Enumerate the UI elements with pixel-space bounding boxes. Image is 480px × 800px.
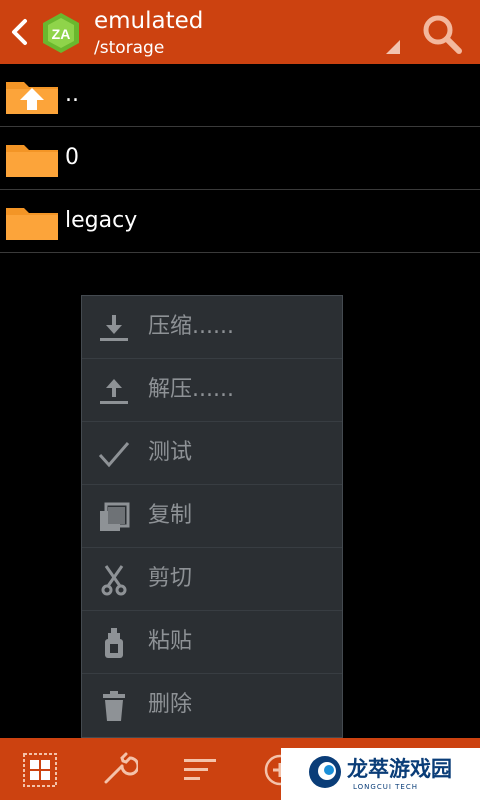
menu-item-delete[interactable]: 删除 [82, 674, 342, 737]
folder-path: /storage [94, 38, 165, 58]
watermark-logo-icon [309, 756, 341, 788]
path-dropdown-icon[interactable] [386, 40, 400, 54]
wrench-icon[interactable] [102, 752, 138, 788]
file-row-0[interactable]: 0 [0, 127, 480, 190]
file-row-parent[interactable]: .. [0, 64, 480, 127]
folder-icon [6, 145, 58, 177]
watermark: 龙萃游戏园 LONGCUI TECH [281, 748, 480, 800]
folder-title: emulated [94, 8, 204, 34]
watermark-text: 龙萃游戏园 [347, 757, 452, 781]
folder-up-icon [6, 82, 58, 114]
menu-item-cut[interactable]: 剪切 [82, 548, 342, 611]
file-row-legacy[interactable]: legacy [0, 190, 480, 253]
menu-item-label: 复制 [148, 503, 193, 528]
app-bar: ZA emulated /storage [0, 0, 480, 64]
copy-icon [100, 502, 130, 531]
svg-text:ZA: ZA [52, 26, 71, 42]
zarchiver-logo-icon: ZA [43, 13, 79, 53]
menu-item-label: 剪切 [148, 566, 193, 591]
watermark-subtext: LONGCUI TECH [353, 783, 418, 791]
check-icon [98, 442, 130, 468]
search-icon[interactable] [420, 12, 464, 56]
back-arrow-icon[interactable] [8, 18, 30, 46]
compress-icon [100, 315, 128, 341]
grid-icon[interactable] [22, 752, 58, 788]
menu-item-label: 删除 [148, 692, 193, 717]
menu-item-test[interactable]: 测试 [82, 422, 342, 485]
sort-icon[interactable] [182, 752, 218, 788]
trash-icon [103, 691, 125, 721]
extract-icon [100, 379, 128, 404]
menu-item-compress[interactable]: 压缩...... [82, 296, 342, 359]
menu-item-paste[interactable]: 粘贴 [82, 611, 342, 674]
paste-icon [105, 628, 123, 658]
menu-item-label: 粘贴 [148, 629, 193, 654]
file-name: .. [65, 82, 79, 107]
menu-item-copy[interactable]: 复制 [82, 485, 342, 548]
folder-icon [6, 208, 58, 240]
scissors-icon [101, 565, 127, 596]
context-menu: 压缩...... 解压...... 测试 复制 剪切 粘贴 删除 [81, 295, 343, 738]
menu-item-label: 解压...... [148, 377, 234, 402]
menu-item-label: 压缩...... [148, 314, 234, 339]
menu-item-extract[interactable]: 解压...... [82, 359, 342, 422]
menu-item-label: 测试 [148, 440, 193, 465]
file-name: 0 [65, 145, 79, 170]
file-name: legacy [65, 208, 138, 233]
